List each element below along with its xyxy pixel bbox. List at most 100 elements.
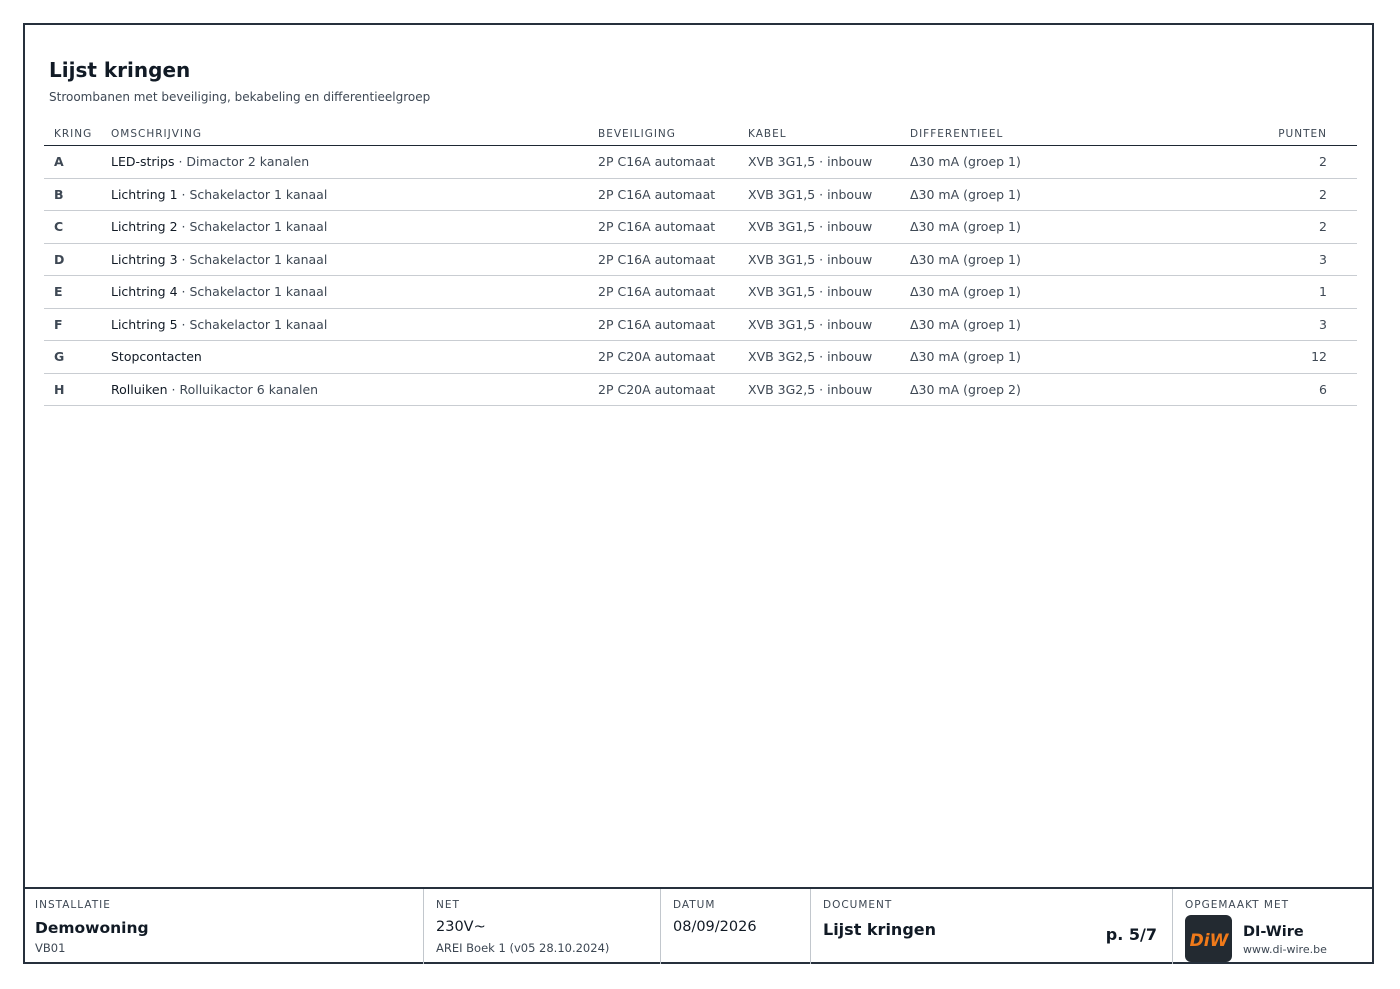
cell-kring: A	[44, 145, 111, 179]
table-row: E Lichtring 4 · Schakelactor 1 kanaal 2P…	[44, 275, 1357, 309]
omschrijving-main: Lichtring 4	[111, 284, 178, 300]
installatie-value: Demowoning	[35, 919, 149, 937]
cell-punten: 6	[1210, 373, 1357, 406]
cell-omschrijving: LED-strips · Dimactor 2 kanalen	[111, 145, 598, 179]
cell-differentieel: Δ30 mA (groep 1)	[910, 178, 1210, 211]
net-sub: AREI Boek 1 (v05 28.10.2024)	[436, 941, 610, 955]
omschrijving-sub: Schakelactor 1 kanaal	[189, 219, 328, 235]
di-wire-logo-icon: DiW	[1189, 931, 1228, 951]
cell-punten: 12	[1210, 340, 1357, 374]
omschrijving-separator: ·	[177, 284, 190, 300]
cell-differentieel: Δ30 mA (groep 1)	[910, 210, 1210, 244]
cell-omschrijving: Lichtring 1 · Schakelactor 1 kanaal	[111, 178, 598, 211]
omschrijving-main: Lichtring 1	[111, 186, 178, 202]
omschrijving-main: Rolluiken	[111, 381, 168, 397]
footer-datum: DATUM 08/09/2026	[661, 889, 811, 964]
table-row: A LED-strips · Dimactor 2 kanalen 2P C16…	[44, 145, 1357, 179]
cell-kabel: XVB 3G2,5 · inbouw	[748, 373, 910, 406]
cell-differentieel: Δ30 mA (groep 1)	[910, 275, 1210, 309]
header-kabel: KABEL	[748, 122, 910, 146]
omschrijving-main: Lichtring 5	[111, 316, 178, 332]
omschrijving-sub: Schakelactor 1 kanaal	[189, 186, 328, 202]
omschrijving-separator: ·	[177, 186, 190, 202]
omschrijving-separator: ·	[177, 316, 190, 332]
svg-text:DiW: DiW	[1189, 931, 1228, 951]
page-title: Lijst kringen	[49, 58, 191, 82]
cell-omschrijving: Lichtring 4 · Schakelactor 1 kanaal	[111, 275, 598, 309]
brand-name: DI-Wire	[1243, 924, 1304, 940]
installatie-sub: VB01	[35, 941, 66, 955]
omschrijving-separator: ·	[177, 219, 190, 235]
cell-differentieel: Δ30 mA (groep 1)	[910, 145, 1210, 179]
omschrijving-sub: Schakelactor 1 kanaal	[189, 316, 328, 332]
cell-kabel: XVB 3G2,5 · inbouw	[748, 340, 910, 374]
header-punten: PUNTEN	[1210, 122, 1357, 146]
omschrijving-sub: Schakelactor 1 kanaal	[189, 251, 328, 267]
cell-kabel: XVB 3G1,5 · inbouw	[748, 178, 910, 211]
cell-punten: 3	[1210, 243, 1357, 276]
cell-kring: F	[44, 308, 111, 341]
cell-omschrijving: Rolluiken · Rolluikactor 6 kanalen	[111, 373, 598, 406]
cell-beveiliging: 2P C16A automaat	[598, 178, 748, 211]
header-beveiliging: BEVEILIGING	[598, 122, 748, 146]
net-value: 230V~	[436, 919, 486, 935]
cell-omschrijving: Lichtring 3 · Schakelactor 1 kanaal	[111, 243, 598, 276]
cell-kabel: XVB 3G1,5 · inbouw	[748, 210, 910, 244]
cell-kabel: XVB 3G1,5 · inbouw	[748, 145, 910, 179]
document-value: Lijst kringen	[823, 920, 937, 939]
page-number: p. 5/7	[1105, 925, 1157, 944]
opgemaakt-label: OPGEMAAKT MET	[1185, 899, 1290, 911]
cell-punten: 2	[1210, 178, 1357, 211]
cell-beveiliging: 2P C16A automaat	[598, 308, 748, 341]
cell-beveiliging: 2P C20A automaat	[598, 340, 748, 374]
omschrijving-separator: ·	[177, 251, 190, 267]
cell-differentieel: Δ30 mA (groep 1)	[910, 243, 1210, 276]
circuits-table: KRING OMSCHRIJVING BEVEILIGING KABEL DIF…	[44, 122, 1357, 406]
page-subtitle: Stroombanen met beveiliging, bekabeling …	[49, 90, 431, 104]
cell-omschrijving: Lichtring 2 · Schakelactor 1 kanaal	[111, 210, 598, 244]
omschrijving-separator: ·	[167, 381, 180, 397]
footer-net: NET 230V~ AREI Boek 1 (v05 28.10.2024)	[424, 889, 661, 964]
document-label: DOCUMENT	[823, 899, 893, 911]
table-row: B Lichtring 1 · Schakelactor 1 kanaal 2P…	[44, 178, 1357, 211]
omschrijving-main: Stopcontacten	[111, 349, 202, 365]
cell-kring: C	[44, 210, 111, 244]
datum-label: DATUM	[673, 899, 716, 911]
title-block-footer: INSTALLATIE Demowoning VB01 NET 230V~ AR…	[23, 887, 1374, 964]
cell-kring: H	[44, 373, 111, 406]
omschrijving-main: LED-strips	[111, 154, 175, 170]
cell-beveiliging: 2P C16A automaat	[598, 275, 748, 309]
cell-differentieel: Δ30 mA (groep 1)	[910, 308, 1210, 341]
cell-kring: G	[44, 340, 111, 374]
cell-kring: B	[44, 178, 111, 211]
footer-document: DOCUMENT Lijst kringen p. 5/7	[811, 889, 1173, 964]
cell-kring: D	[44, 243, 111, 276]
omschrijving-sub: Rolluikactor 6 kanalen	[179, 381, 319, 397]
datum-value: 08/09/2026	[673, 919, 757, 935]
installatie-label: INSTALLATIE	[35, 899, 111, 911]
table-row: C Lichtring 2 · Schakelactor 1 kanaal 2P…	[44, 210, 1357, 244]
table-row: H Rolluiken · Rolluikactor 6 kanalen 2P …	[44, 373, 1357, 406]
table-row: D Lichtring 3 · Schakelactor 1 kanaal 2P…	[44, 243, 1357, 276]
di-wire-logo: DiW	[1185, 915, 1232, 962]
footer-opgemaakt: OPGEMAAKT MET DiW DI-Wire www.di-wire.be	[1173, 889, 1372, 964]
cell-kabel: XVB 3G1,5 · inbouw	[748, 308, 910, 341]
cell-differentieel: Δ30 mA (groep 1)	[910, 340, 1210, 374]
omschrijving-main: Lichtring 2	[111, 219, 178, 235]
table-row: F Lichtring 5 · Schakelactor 1 kanaal 2P…	[44, 308, 1357, 341]
table-row: G Stopcontacten 2P C20A automaat XVB 3G2…	[44, 340, 1357, 374]
brand-url: www.di-wire.be	[1243, 943, 1327, 956]
cell-omschrijving: Stopcontacten	[111, 340, 598, 374]
cell-punten: 3	[1210, 308, 1357, 341]
cell-beveiliging: 2P C16A automaat	[598, 210, 748, 244]
cell-beveiliging: 2P C16A automaat	[598, 145, 748, 179]
cell-kabel: XVB 3G1,5 · inbouw	[748, 275, 910, 309]
footer-installatie: INSTALLATIE Demowoning VB01	[23, 889, 424, 964]
table-header-row: KRING OMSCHRIJVING BEVEILIGING KABEL DIF…	[44, 122, 1357, 146]
header-omschrijving: OMSCHRIJVING	[111, 122, 598, 146]
cell-kring: E	[44, 275, 111, 309]
cell-punten: 1	[1210, 275, 1357, 309]
cell-punten: 2	[1210, 210, 1357, 244]
header-differentieel: DIFFERENTIEEL	[910, 122, 1210, 146]
omschrijving-sub: Schakelactor 1 kanaal	[189, 284, 328, 300]
